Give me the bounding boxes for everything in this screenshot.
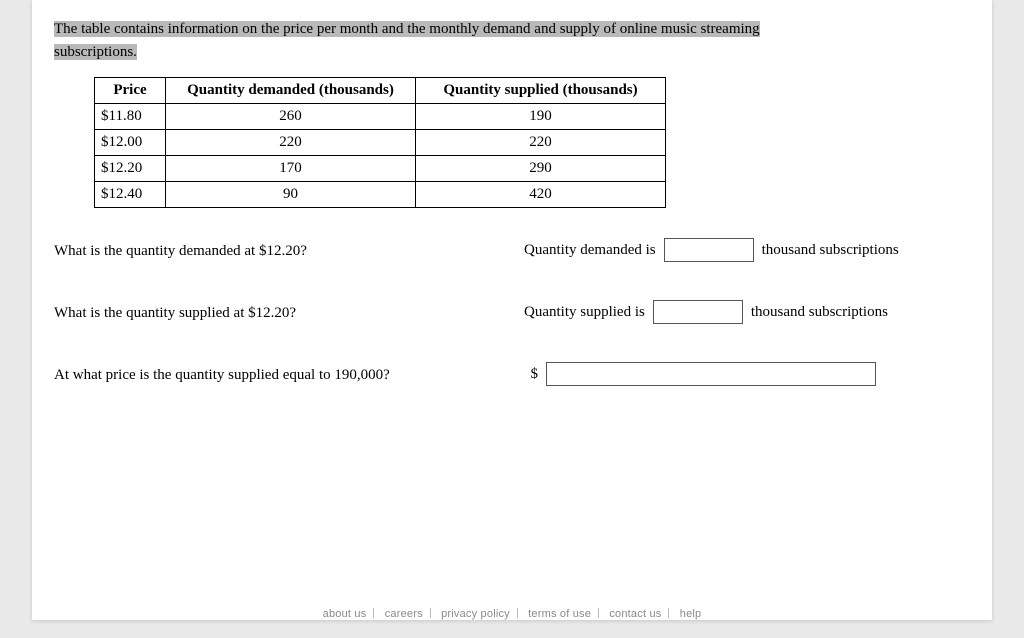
- q3-text: At what price is the quantity supplied e…: [54, 365, 524, 384]
- cell-price: $11.80: [95, 104, 166, 130]
- intro-text: The table contains information on the pr…: [54, 18, 970, 63]
- footer-contact[interactable]: contact us: [609, 608, 661, 620]
- question-3: At what price is the quantity supplied e…: [54, 362, 970, 386]
- cell-price: $12.00: [95, 130, 166, 156]
- table-row: $11.80 260 190: [95, 104, 666, 130]
- table-row: $12.40 90 420: [95, 182, 666, 208]
- cell-qd: 170: [166, 156, 416, 182]
- q2-suffix: thousand subscriptions: [751, 304, 888, 321]
- q1-suffix: thousand subscriptions: [762, 242, 899, 259]
- q1-answer: Quantity demanded is thousand subscripti…: [524, 238, 899, 262]
- cell-price: $12.20: [95, 156, 166, 182]
- q2-text: What is the quantity supplied at $12.20?: [54, 303, 524, 322]
- col-quantity-supplied: Quantity supplied (thousands): [416, 78, 666, 104]
- footer-help[interactable]: help: [680, 608, 702, 620]
- question-2: What is the quantity supplied at $12.20?…: [54, 300, 970, 324]
- q3-answer: $: [524, 362, 876, 386]
- cell-qd: 260: [166, 104, 416, 130]
- q1-text: What is the quantity demanded at $12.20?: [54, 241, 524, 260]
- cell-qd: 220: [166, 130, 416, 156]
- q2-input[interactable]: [653, 300, 743, 324]
- intro-line1: The table contains information on the pr…: [54, 21, 760, 37]
- table-header-row: Price Quantity demanded (thousands) Quan…: [95, 78, 666, 104]
- q2-answer: Quantity supplied is thousand subscripti…: [524, 300, 888, 324]
- cell-price: $12.40: [95, 182, 166, 208]
- question-1: What is the quantity demanded at $12.20?…: [54, 238, 970, 262]
- supply-demand-table: Price Quantity demanded (thousands) Quan…: [94, 77, 666, 208]
- footer-links: about us careers privacy policy terms of…: [32, 608, 992, 620]
- footer-careers[interactable]: careers: [385, 608, 423, 620]
- cell-qs: 290: [416, 156, 666, 182]
- cell-qs: 420: [416, 182, 666, 208]
- footer-privacy[interactable]: privacy policy: [441, 608, 510, 620]
- intro-line2: subscriptions.: [54, 44, 137, 60]
- q1-input[interactable]: [664, 238, 754, 262]
- table-row: $12.20 170 290: [95, 156, 666, 182]
- cell-qs: 220: [416, 130, 666, 156]
- cell-qs: 190: [416, 104, 666, 130]
- footer-about[interactable]: about us: [323, 608, 367, 620]
- q3-input[interactable]: [546, 362, 876, 386]
- table-row: $12.00 220 220: [95, 130, 666, 156]
- question-sheet: The table contains information on the pr…: [32, 0, 992, 620]
- q3-prefix: $: [524, 366, 538, 383]
- col-price: Price: [95, 78, 166, 104]
- col-quantity-demanded: Quantity demanded (thousands): [166, 78, 416, 104]
- cell-qd: 90: [166, 182, 416, 208]
- q2-prefix: Quantity supplied is: [524, 304, 645, 321]
- q1-prefix: Quantity demanded is: [524, 242, 656, 259]
- footer-terms[interactable]: terms of use: [528, 608, 591, 620]
